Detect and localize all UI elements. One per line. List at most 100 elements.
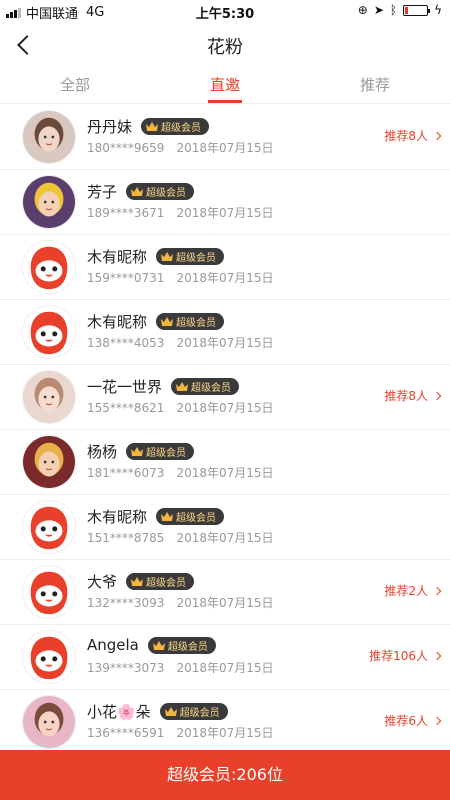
member-name: Angela — [87, 636, 139, 654]
chevron-right-icon — [432, 651, 442, 660]
avatar — [22, 240, 76, 294]
crown-icon — [161, 317, 174, 326]
member-name: 木有昵称 — [87, 248, 148, 266]
vip-badge-label: 超级会员 — [146, 448, 187, 459]
location-icon: ➤ — [373, 3, 384, 17]
member-date: 2018年07月15日 — [176, 271, 274, 285]
orientation-lock-icon: ⊕ — [357, 3, 368, 17]
list-item[interactable]: 芳子 超级会员 189****3671 2018年07月15日 — [0, 170, 450, 235]
member-phone: 181****6073 — [87, 466, 165, 480]
charging-icon: ϟ — [434, 3, 442, 17]
vip-badge-label: 超级会员 — [179, 708, 220, 719]
crown-icon — [131, 577, 144, 586]
member-phone: 189****3671 — [87, 206, 165, 220]
member-date: 2018年07月15日 — [176, 596, 274, 610]
nav-bar: 花粉 — [0, 22, 450, 68]
recommend-count: 推荐6人 — [384, 714, 428, 728]
list-item[interactable]: 木有昵称 超级会员 138****4053 2018年07月15日 — [0, 300, 450, 365]
avatar — [22, 435, 76, 489]
list-item[interactable]: 木有昵称 超级会员 159****0731 2018年07月15日 — [0, 235, 450, 300]
recommend-link[interactable]: 推荐106人 — [369, 647, 442, 664]
member-phone: 138****4053 — [87, 336, 165, 350]
member-phone: 180****9659 — [87, 141, 165, 155]
crown-icon — [131, 187, 144, 196]
crown-icon — [176, 382, 189, 391]
recommend-link[interactable]: 推荐8人 — [384, 127, 442, 144]
recommend-link[interactable]: 推荐8人 — [384, 387, 442, 404]
vip-badge-label: 超级会员 — [161, 123, 202, 134]
list-item[interactable]: 木有昵称 超级会员 151****8785 2018年07月15日 — [0, 495, 450, 560]
bluetooth-icon: ᛒ — [389, 3, 398, 17]
tab-2[interactable]: 推荐 — [300, 68, 450, 103]
member-phone: 132****3093 — [87, 596, 165, 610]
member-name: 丹丹妹 — [87, 118, 133, 136]
list-item[interactable]: Angela 超级会员 139****3073 2018年07月15日 推荐106人 — [0, 625, 450, 690]
avatar — [22, 500, 76, 554]
member-phone: 159****0731 — [87, 271, 165, 285]
recommend-count: 推荐2人 — [384, 584, 428, 598]
member-list: 丹丹妹 超级会员 180****9659 2018年07月15日 推荐8人 芳子 超级会员 1… — [0, 105, 450, 755]
recommend-link[interactable]: 推荐6人 — [384, 712, 442, 729]
chevron-right-icon — [432, 131, 442, 140]
vip-badge-label: 超级会员 — [176, 513, 217, 524]
recommend-count: 推荐106人 — [369, 649, 428, 663]
vip-count-footer: 超级会员:206位 — [0, 750, 450, 800]
avatar — [22, 695, 76, 749]
vip-badge: 超级会员 — [126, 443, 195, 460]
battery-icon — [403, 4, 431, 16]
recommend-count: 推荐8人 — [384, 129, 428, 143]
member-phone: 155****8621 — [87, 401, 165, 415]
chevron-right-icon — [432, 586, 442, 595]
vip-badge: 超级会员 — [126, 183, 195, 200]
crown-icon — [152, 640, 165, 650]
vip-badge-label: 超级会员 — [146, 578, 187, 589]
vip-badge-label: 超级会员 — [191, 383, 232, 394]
status-bar: 中国联通 4G 上午5:30 ⊕ ➤ ᛒ ϟ — [0, 0, 450, 22]
vip-badge: 超级会员 — [171, 378, 240, 395]
member-name: 一花一世界 — [87, 378, 163, 396]
member-phone: 151****8785 — [87, 531, 165, 545]
avatar — [22, 565, 76, 619]
member-name: 小花🌸朵 — [87, 703, 151, 721]
avatar — [22, 110, 76, 164]
vip-badge: 超级会员 — [141, 118, 210, 135]
list-item[interactable]: 小花🌸朵 超级会员 136****6591 2018年07月15日 推荐6人 — [0, 690, 450, 755]
member-phone: 139****3073 — [87, 661, 165, 675]
vip-badge: 超级会员 — [156, 508, 225, 525]
member-name: 芳子 — [87, 183, 118, 201]
member-date: 2018年07月15日 — [176, 401, 274, 415]
chevron-right-icon — [432, 716, 442, 725]
recommend-link[interactable]: 推荐2人 — [384, 582, 442, 599]
vip-badge: 超级会员 — [159, 703, 228, 720]
member-date: 2018年07月15日 — [176, 466, 274, 480]
member-date: 2018年07月15日 — [176, 206, 274, 220]
member-name: 大爷 — [87, 573, 118, 591]
vip-badge-label: 超级会员 — [176, 318, 217, 329]
list-item[interactable]: 大爷 超级会员 132****3093 2018年07月15日 推荐2人 — [0, 560, 450, 625]
member-name: 木有昵称 — [87, 313, 148, 331]
member-phone: 136****6591 — [87, 726, 165, 740]
member-date: 2018年07月15日 — [176, 726, 274, 740]
tab-0[interactable]: 全部 — [0, 68, 150, 103]
crown-icon — [146, 122, 159, 131]
page-title: 花粉 — [207, 37, 243, 58]
vip-badge: 超级会员 — [147, 636, 216, 654]
recommend-count: 推荐8人 — [384, 389, 428, 403]
member-date: 2018年07月15日 — [176, 336, 274, 350]
member-name: 木有昵称 — [87, 508, 148, 526]
list-item[interactable]: 丹丹妹 超级会员 180****9659 2018年07月15日 推荐8人 — [0, 105, 450, 170]
list-item[interactable]: 一花一世界 超级会员 155****8621 2018年07月15日 推荐8人 — [0, 365, 450, 430]
vip-badge-label: 超级会员 — [176, 253, 217, 264]
list-item[interactable]: 杨杨 超级会员 181****6073 2018年07月15日 — [0, 430, 450, 495]
vip-badge-label: 超级会员 — [146, 188, 187, 199]
member-date: 2018年07月15日 — [176, 661, 274, 675]
crown-icon — [164, 707, 177, 716]
member-date: 2018年07月15日 — [176, 141, 274, 155]
vip-badge: 超级会员 — [156, 313, 225, 330]
vip-badge: 超级会员 — [156, 248, 225, 265]
crown-icon — [161, 252, 174, 261]
avatar — [22, 630, 76, 684]
vip-badge-label: 超级会员 — [167, 641, 208, 653]
tab-1[interactable]: 直邀 — [150, 68, 300, 103]
avatar — [22, 305, 76, 359]
